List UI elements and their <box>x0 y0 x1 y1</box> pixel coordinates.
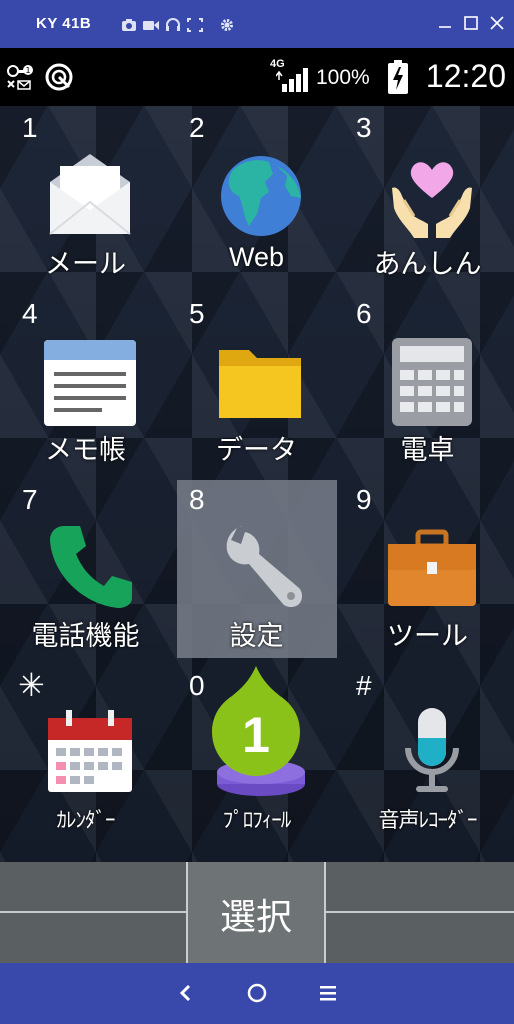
badge-count: 1 <box>242 707 270 763</box>
folder-icon <box>213 332 309 428</box>
app-key-number: 8 <box>189 484 205 515</box>
app-voice-recorder[interactable]: # 音声ﾚｺｰﾀﾞｰ <box>342 664 513 850</box>
app-anshin[interactable]: 3 あんしん <box>342 106 513 292</box>
window-title: KY 41B <box>36 15 92 32</box>
app-key-number: # <box>356 670 372 701</box>
home-screen: 1 メール 2 Web 3 あんしん 4 メモ帳 5 データ 6 電卓 7 電話… <box>0 106 514 862</box>
heart-hands-icon <box>384 146 480 242</box>
app-label: Web <box>228 242 285 272</box>
camera-icon[interactable] <box>121 17 137 31</box>
app-label: メモ帳 <box>45 435 126 466</box>
app-calculator[interactable]: 6 電卓 <box>342 292 513 478</box>
clock: 12:20 <box>425 58 506 94</box>
window-title-bar: KY 41B <box>0 0 514 48</box>
key-mail-status-icon: 1 <box>6 64 34 92</box>
app-settings[interactable]: 8 設定 <box>171 478 342 664</box>
app-phone[interactable]: 7 電話機能 <box>0 478 171 664</box>
manner-mode-icon <box>44 62 74 92</box>
calculator-icon <box>384 332 480 428</box>
briefcase-icon <box>384 518 480 614</box>
fullscreen-icon[interactable] <box>187 17 203 32</box>
app-notepad[interactable]: 4 メモ帳 <box>0 292 171 478</box>
app-data[interactable]: 5 データ <box>171 292 342 478</box>
app-key-number: 0 <box>189 670 205 701</box>
menu-icon[interactable] <box>316 981 340 1005</box>
app-key-number: 6 <box>356 298 372 329</box>
minimize-button[interactable] <box>436 14 454 32</box>
notification-badge[interactable]: 1 <box>210 662 302 778</box>
phone-icon <box>42 518 138 614</box>
select-softkey[interactable]: 選択 <box>186 862 326 963</box>
select-label: 選択 <box>219 897 292 938</box>
app-label: データ <box>216 435 297 466</box>
app-label: あんしん <box>373 249 482 280</box>
app-key-number: 2 <box>189 112 205 143</box>
app-web[interactable]: 2 Web <box>171 106 342 292</box>
mail-icon <box>42 146 138 242</box>
soft-key-bar: 選択 <box>0 862 514 963</box>
video-icon[interactable] <box>143 17 159 31</box>
calendar-icon <box>42 704 138 800</box>
app-label: メール <box>45 249 126 280</box>
notepad-icon <box>42 332 138 428</box>
battery-percent: 100% <box>316 66 370 89</box>
microphone-icon <box>384 704 480 800</box>
app-label: 設定 <box>229 621 284 652</box>
app-key-number: 4 <box>22 298 38 329</box>
app-key-number: ✳ <box>18 667 45 703</box>
gear-icon[interactable] <box>219 17 235 31</box>
back-icon[interactable] <box>174 981 198 1005</box>
app-key-number: 1 <box>22 112 38 143</box>
app-label: 電話機能 <box>31 621 140 652</box>
app-key-number: 7 <box>22 484 38 515</box>
app-label: 電卓 <box>400 435 455 466</box>
close-button[interactable] <box>488 14 506 32</box>
app-key-number: 3 <box>356 112 372 143</box>
left-soft-key[interactable] <box>0 911 186 913</box>
app-label: ﾌﾟﾛﾌｨｰﾙ <box>222 808 292 832</box>
app-label: 音声ﾚｺｰﾀﾞｰ <box>378 808 478 832</box>
app-key-number: 5 <box>189 298 205 329</box>
globe-icon <box>213 146 309 242</box>
battery-charging-icon <box>388 60 408 94</box>
app-label: ｶﾚﾝﾀﾞｰ <box>56 808 116 832</box>
signal-icon <box>275 68 310 92</box>
wrench-icon <box>213 518 309 614</box>
maximize-button[interactable] <box>462 14 480 32</box>
app-calendar[interactable]: ✳ ｶﾚﾝﾀﾞｰ <box>0 664 171 850</box>
svg-text:1: 1 <box>25 66 30 75</box>
app-tools[interactable]: 9 ツール <box>342 478 513 664</box>
home-icon[interactable] <box>245 981 269 1005</box>
app-mail[interactable]: 1 メール <box>0 106 171 292</box>
navigation-bar <box>0 963 514 1024</box>
headphones-icon[interactable] <box>165 17 181 31</box>
right-soft-key[interactable] <box>326 911 514 913</box>
app-key-number: 9 <box>356 484 372 515</box>
app-label: ツール <box>387 621 468 652</box>
status-bar: 1 4G 100% 12:20 <box>0 48 514 106</box>
